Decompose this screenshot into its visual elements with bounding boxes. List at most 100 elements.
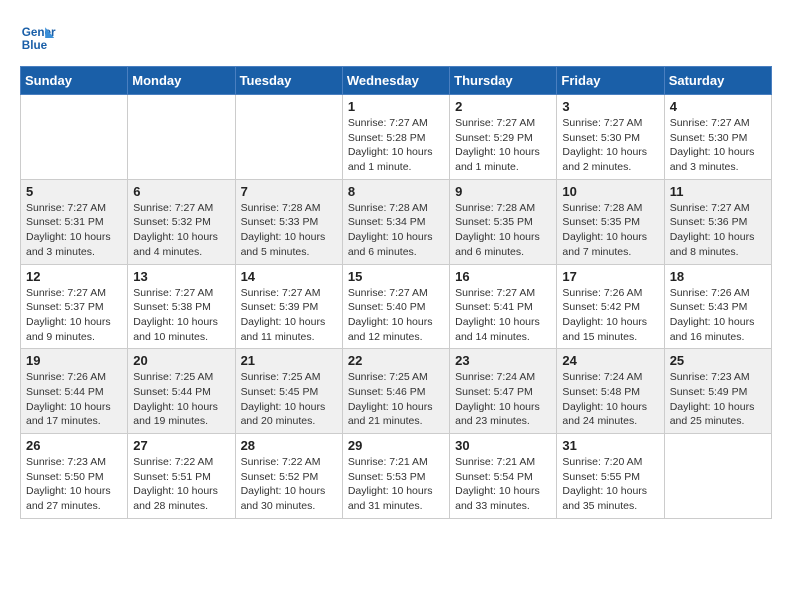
day-info: Sunrise: 7:28 AM Sunset: 5:34 PM Dayligh… xyxy=(348,201,444,260)
calendar-cell: 3 Sunrise: 7:27 AM Sunset: 5:30 PM Daylig… xyxy=(557,95,664,180)
day-info: Sunrise: 7:27 AM Sunset: 5:38 PM Dayligh… xyxy=(133,286,229,345)
day-info: Sunrise: 7:26 AM Sunset: 5:43 PM Dayligh… xyxy=(670,286,766,345)
calendar-cell: 12 Sunrise: 7:27 AM Sunset: 5:37 PM Dayli… xyxy=(21,264,128,349)
day-number: 30 xyxy=(455,438,551,453)
calendar-cell xyxy=(235,95,342,180)
day-info: Sunrise: 7:23 AM Sunset: 5:50 PM Dayligh… xyxy=(26,455,122,514)
calendar-cell: 20 Sunrise: 7:25 AM Sunset: 5:44 PM Dayli… xyxy=(128,349,235,434)
day-number: 20 xyxy=(133,353,229,368)
day-number: 29 xyxy=(348,438,444,453)
day-number: 4 xyxy=(670,99,766,114)
day-number: 25 xyxy=(670,353,766,368)
day-number: 12 xyxy=(26,269,122,284)
day-info: Sunrise: 7:24 AM Sunset: 5:48 PM Dayligh… xyxy=(562,370,658,429)
day-info: Sunrise: 7:27 AM Sunset: 5:30 PM Dayligh… xyxy=(670,116,766,175)
calendar-cell: 23Sunrise: 7:24 AM Sunset: 5:47 PM Dayli… xyxy=(450,349,557,434)
day-number: 9 xyxy=(455,184,551,199)
day-number: 21 xyxy=(241,353,337,368)
day-info: Sunrise: 7:27 AM Sunset: 5:28 PM Dayligh… xyxy=(348,116,444,175)
calendar-cell: 26 Sunrise: 7:23 AM Sunset: 5:50 PM Dayli… xyxy=(21,434,128,519)
calendar-cell: 13 Sunrise: 7:27 AM Sunset: 5:38 PM Dayli… xyxy=(128,264,235,349)
header-saturday: Saturday xyxy=(664,67,771,95)
day-number: 23 xyxy=(455,353,551,368)
day-info: Sunrise: 7:26 AM Sunset: 5:42 PM Dayligh… xyxy=(562,286,658,345)
day-info: Sunrise: 7:20 AM Sunset: 5:55 PM Dayligh… xyxy=(562,455,658,514)
day-info: Sunrise: 7:28 AM Sunset: 5:35 PM Dayligh… xyxy=(562,201,658,260)
day-info: Sunrise: 7:27 AM Sunset: 5:41 PM Dayligh… xyxy=(455,286,551,345)
calendar-cell xyxy=(128,95,235,180)
day-number: 15 xyxy=(348,269,444,284)
calendar-cell: 6Sunrise: 7:27 AM Sunset: 5:32 PM Daylig… xyxy=(128,179,235,264)
calendar-cell: 29Sunrise: 7:21 AM Sunset: 5:53 PM Dayli… xyxy=(342,434,449,519)
logo-icon: General Blue xyxy=(20,20,56,56)
day-number: 3 xyxy=(562,99,658,114)
day-info: Sunrise: 7:23 AM Sunset: 5:49 PM Dayligh… xyxy=(670,370,766,429)
calendar-cell: 28 Sunrise: 7:22 AM Sunset: 5:52 PM Dayli… xyxy=(235,434,342,519)
calendar-cell: 15 Sunrise: 7:27 AM Sunset: 5:40 PM Dayli… xyxy=(342,264,449,349)
day-info: Sunrise: 7:25 AM Sunset: 5:45 PM Dayligh… xyxy=(241,370,337,429)
day-number: 5 xyxy=(26,184,122,199)
calendar-week-3: 12 Sunrise: 7:27 AM Sunset: 5:37 PM Dayli… xyxy=(21,264,772,349)
day-number: 17 xyxy=(562,269,658,284)
calendar-week-5: 26 Sunrise: 7:23 AM Sunset: 5:50 PM Dayli… xyxy=(21,434,772,519)
day-info: Sunrise: 7:27 AM Sunset: 5:37 PM Dayligh… xyxy=(26,286,122,345)
day-number: 13 xyxy=(133,269,229,284)
day-number: 27 xyxy=(133,438,229,453)
calendar-header-row: SundayMondayTuesdayWednesdayThursdayFrid… xyxy=(21,67,772,95)
calendar-cell: 4 Sunrise: 7:27 AM Sunset: 5:30 PM Daylig… xyxy=(664,95,771,180)
day-number: 10 xyxy=(562,184,658,199)
day-info: Sunrise: 7:21 AM Sunset: 5:54 PM Dayligh… xyxy=(455,455,551,514)
header-wednesday: Wednesday xyxy=(342,67,449,95)
calendar-cell: 17 Sunrise: 7:26 AM Sunset: 5:42 PM Dayli… xyxy=(557,264,664,349)
day-number: 11 xyxy=(670,184,766,199)
day-info: Sunrise: 7:26 AM Sunset: 5:44 PM Dayligh… xyxy=(26,370,122,429)
day-number: 14 xyxy=(241,269,337,284)
calendar-cell: 24 Sunrise: 7:24 AM Sunset: 5:48 PM Dayli… xyxy=(557,349,664,434)
day-info: Sunrise: 7:28 AM Sunset: 5:33 PM Dayligh… xyxy=(241,201,337,260)
header-sunday: Sunday xyxy=(21,67,128,95)
day-number: 31 xyxy=(562,438,658,453)
calendar-cell: 5 Sunrise: 7:27 AM Sunset: 5:31 PM Daylig… xyxy=(21,179,128,264)
calendar-cell: 7Sunrise: 7:28 AM Sunset: 5:33 PM Daylig… xyxy=(235,179,342,264)
logo: General Blue xyxy=(20,20,60,56)
day-number: 26 xyxy=(26,438,122,453)
header-monday: Monday xyxy=(128,67,235,95)
calendar-cell: 18Sunrise: 7:26 AM Sunset: 5:43 PM Dayli… xyxy=(664,264,771,349)
calendar-cell: 27Sunrise: 7:22 AM Sunset: 5:51 PM Dayli… xyxy=(128,434,235,519)
calendar-cell: 10 Sunrise: 7:28 AM Sunset: 5:35 PM Dayli… xyxy=(557,179,664,264)
header-thursday: Thursday xyxy=(450,67,557,95)
calendar-cell: 16Sunrise: 7:27 AM Sunset: 5:41 PM Dayli… xyxy=(450,264,557,349)
page-header: General Blue xyxy=(20,20,772,56)
day-info: Sunrise: 7:27 AM Sunset: 5:29 PM Dayligh… xyxy=(455,116,551,175)
calendar-cell: 8 Sunrise: 7:28 AM Sunset: 5:34 PM Daylig… xyxy=(342,179,449,264)
calendar-cell xyxy=(21,95,128,180)
day-number: 2 xyxy=(455,99,551,114)
calendar-cell: 19Sunrise: 7:26 AM Sunset: 5:44 PM Dayli… xyxy=(21,349,128,434)
day-info: Sunrise: 7:27 AM Sunset: 5:32 PM Dayligh… xyxy=(133,201,229,260)
day-number: 24 xyxy=(562,353,658,368)
day-number: 8 xyxy=(348,184,444,199)
day-info: Sunrise: 7:25 AM Sunset: 5:44 PM Dayligh… xyxy=(133,370,229,429)
day-info: Sunrise: 7:28 AM Sunset: 5:35 PM Dayligh… xyxy=(455,201,551,260)
day-number: 28 xyxy=(241,438,337,453)
day-info: Sunrise: 7:22 AM Sunset: 5:52 PM Dayligh… xyxy=(241,455,337,514)
day-info: Sunrise: 7:27 AM Sunset: 5:36 PM Dayligh… xyxy=(670,201,766,260)
calendar-cell: 1 Sunrise: 7:27 AM Sunset: 5:28 PM Daylig… xyxy=(342,95,449,180)
calendar-cell: 21 Sunrise: 7:25 AM Sunset: 5:45 PM Dayli… xyxy=(235,349,342,434)
day-info: Sunrise: 7:27 AM Sunset: 5:31 PM Dayligh… xyxy=(26,201,122,260)
calendar-cell xyxy=(664,434,771,519)
day-info: Sunrise: 7:27 AM Sunset: 5:39 PM Dayligh… xyxy=(241,286,337,345)
calendar-cell: 2 Sunrise: 7:27 AM Sunset: 5:29 PM Daylig… xyxy=(450,95,557,180)
svg-text:Blue: Blue xyxy=(22,39,48,52)
calendar-table: SundayMondayTuesdayWednesdayThursdayFrid… xyxy=(20,66,772,519)
calendar-cell: 25 Sunrise: 7:23 AM Sunset: 5:49 PM Dayli… xyxy=(664,349,771,434)
header-tuesday: Tuesday xyxy=(235,67,342,95)
calendar-week-1: 1 Sunrise: 7:27 AM Sunset: 5:28 PM Daylig… xyxy=(21,95,772,180)
calendar-week-2: 5 Sunrise: 7:27 AM Sunset: 5:31 PM Daylig… xyxy=(21,179,772,264)
calendar-cell: 9 Sunrise: 7:28 AM Sunset: 5:35 PM Daylig… xyxy=(450,179,557,264)
day-number: 1 xyxy=(348,99,444,114)
day-info: Sunrise: 7:27 AM Sunset: 5:30 PM Dayligh… xyxy=(562,116,658,175)
calendar-cell: 22Sunrise: 7:25 AM Sunset: 5:46 PM Dayli… xyxy=(342,349,449,434)
day-info: Sunrise: 7:27 AM Sunset: 5:40 PM Dayligh… xyxy=(348,286,444,345)
day-number: 22 xyxy=(348,353,444,368)
